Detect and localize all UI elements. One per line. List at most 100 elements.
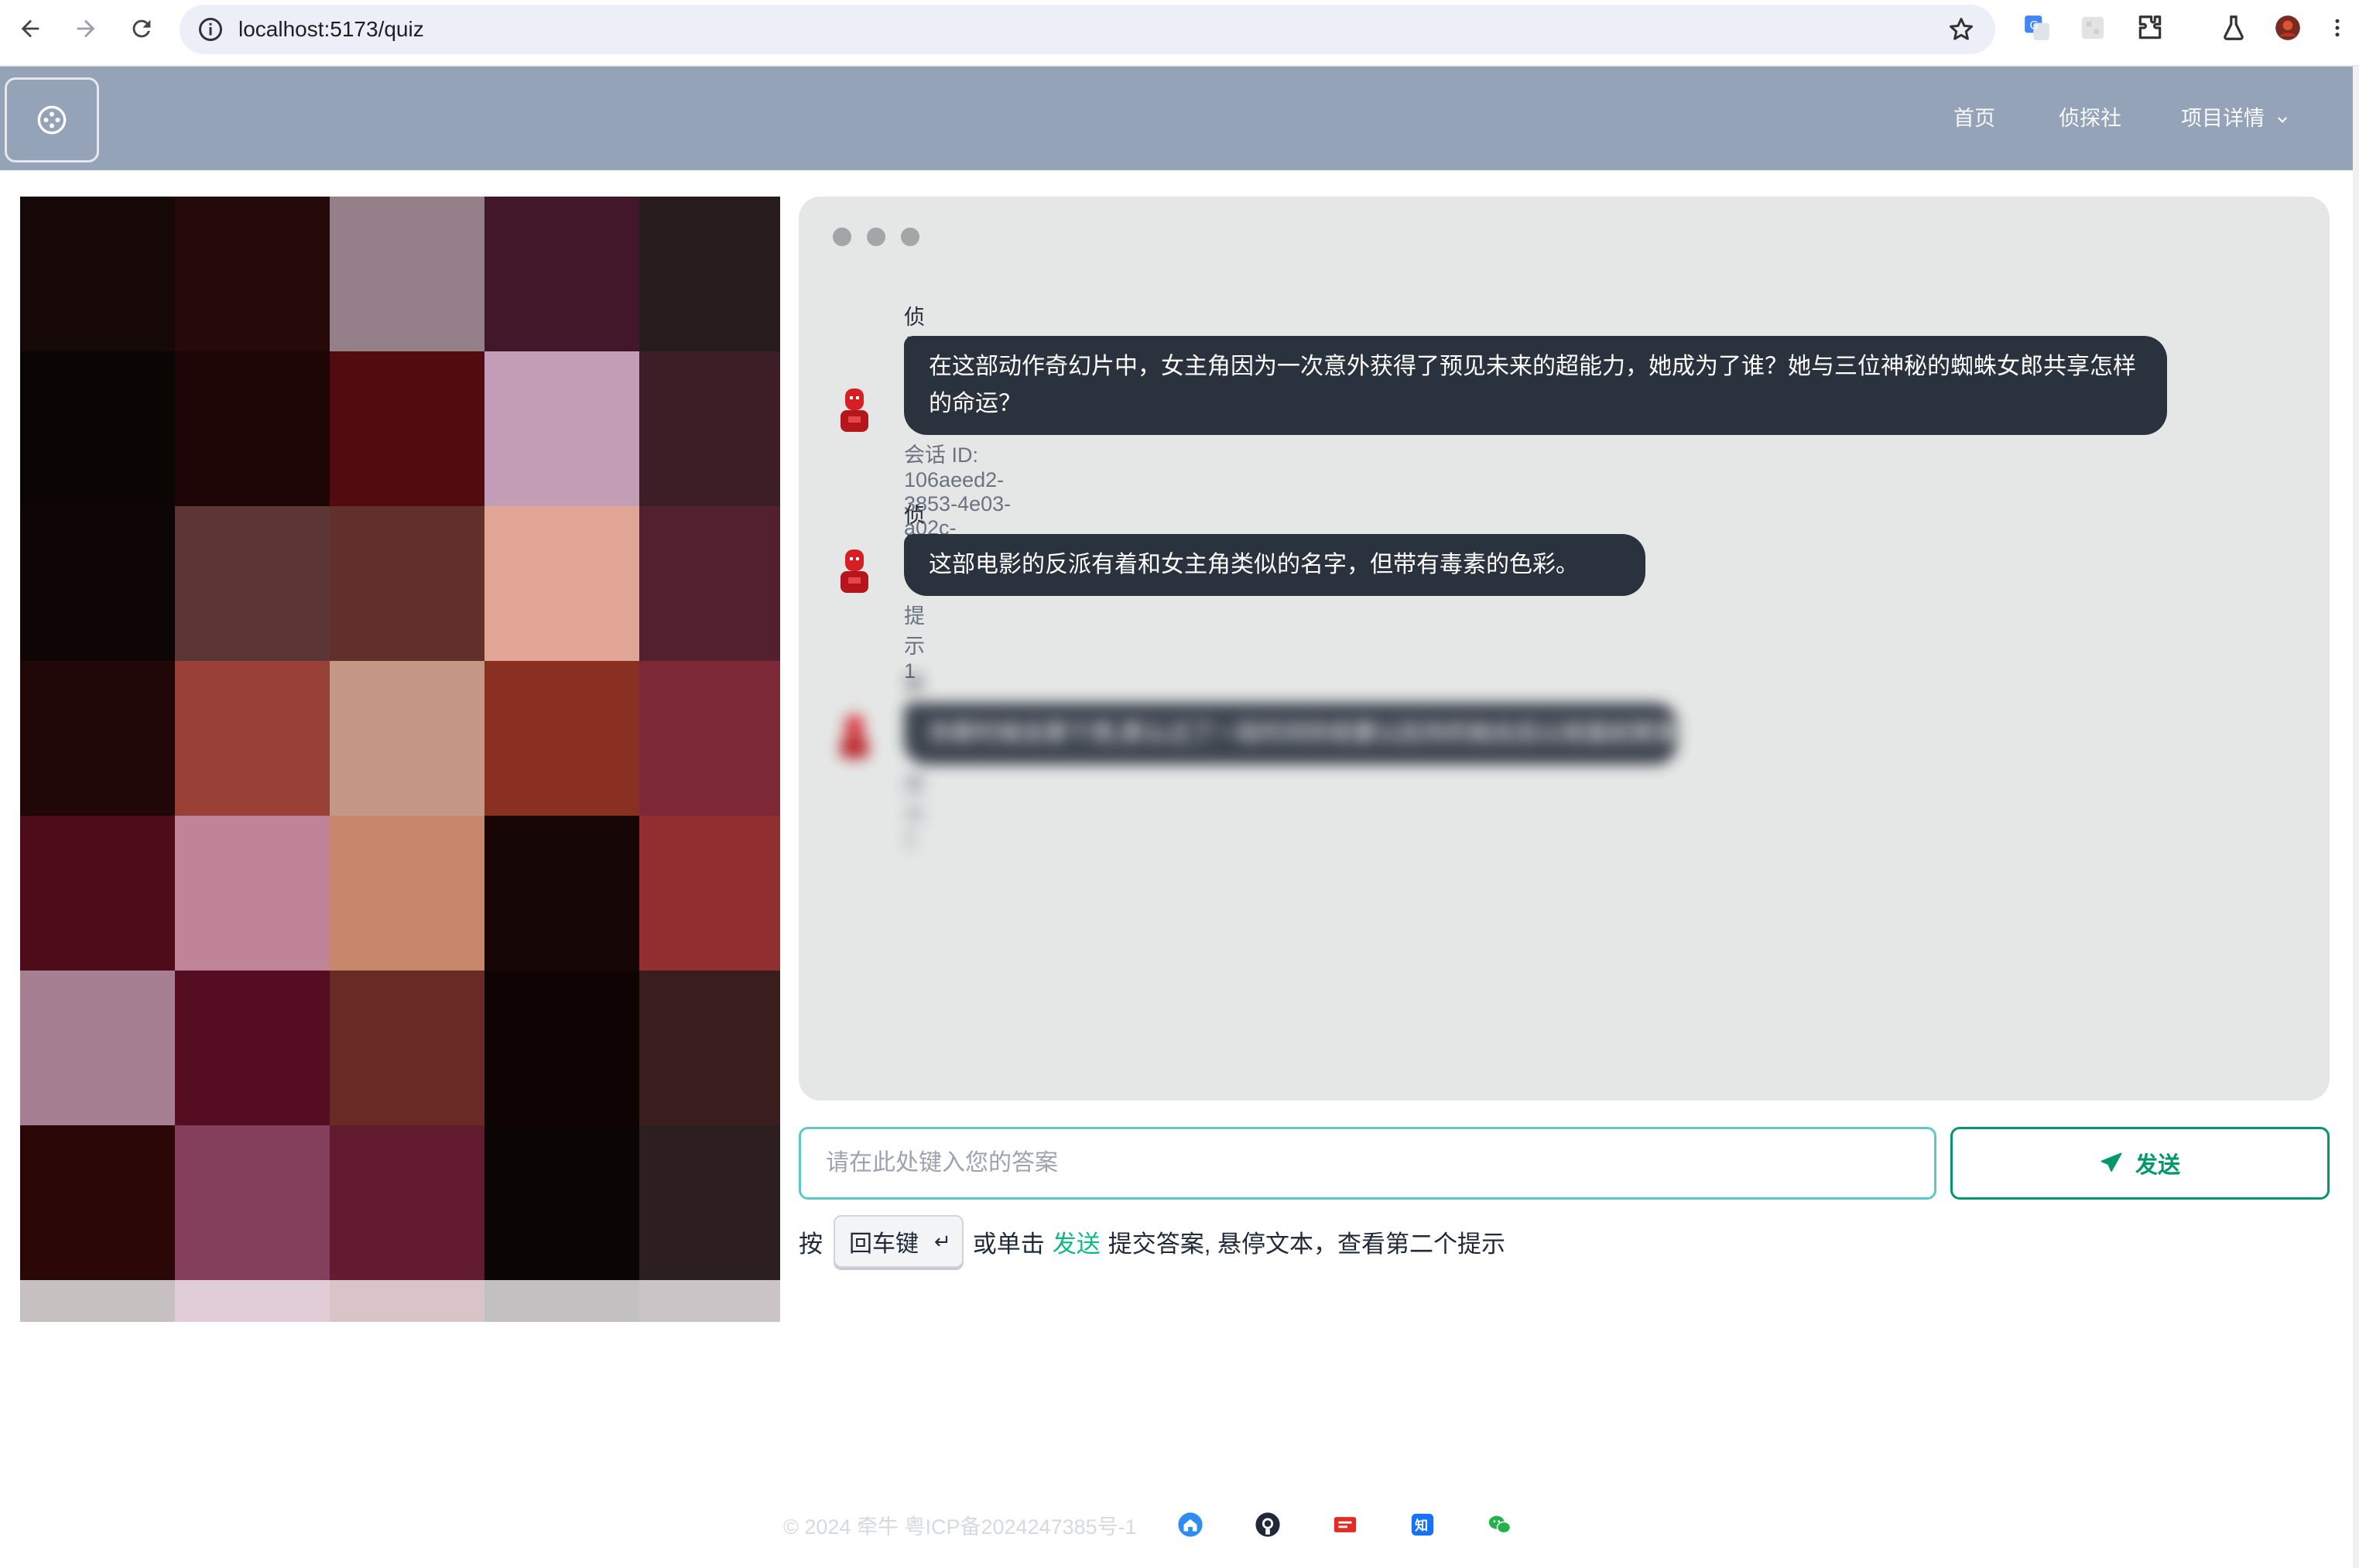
arrow-left-icon bbox=[21, 19, 39, 38]
browser-toolbar: localhost:5173/quiz G bbox=[0, 0, 2359, 67]
profile-avatar-icon[interactable] bbox=[2272, 12, 2303, 43]
instruction-prefix: 按 bbox=[799, 1230, 823, 1258]
grid-extension-icon[interactable] bbox=[2077, 12, 2108, 43]
mosaic-tile bbox=[330, 661, 484, 816]
svg-text:G: G bbox=[2030, 20, 2039, 33]
message-bubble[interactable]: 这部电影的反派有着和女主角类似的名字，但带有毒素的色彩。 bbox=[904, 534, 1645, 596]
submit-instructions: 按 回车键 ↵ 或单击 发送 提交答案, 悬停文本，查看第二个提示 bbox=[799, 1215, 1505, 1268]
film-reel-icon bbox=[37, 105, 67, 135]
mosaic-tile bbox=[484, 1280, 639, 1322]
mosaic-tile bbox=[484, 816, 639, 971]
flask-labs-icon[interactable] bbox=[2218, 12, 2249, 43]
logo-button[interactable] bbox=[5, 77, 99, 163]
mosaic-tile bbox=[639, 197, 780, 351]
mosaic-tile bbox=[330, 1125, 484, 1280]
arrow-right-icon bbox=[77, 19, 95, 38]
instruction-send-word: 发送 bbox=[1052, 1230, 1101, 1258]
detective-avatar-icon bbox=[841, 549, 868, 593]
reload-icon bbox=[132, 19, 151, 38]
answer-input-wrapper[interactable] bbox=[799, 1127, 1936, 1200]
send-button-label: 发送 bbox=[2135, 1153, 2180, 1178]
mosaic-tile bbox=[484, 661, 639, 816]
home-icon[interactable] bbox=[1177, 1512, 1203, 1538]
mosaic-tile bbox=[175, 816, 330, 971]
copyright-text[interactable]: © 2024 牵牛 粤ICP备2024247385号-1 bbox=[783, 1510, 1137, 1540]
wechat-icon[interactable] bbox=[1487, 1512, 1513, 1538]
page-footer: © 2024 牵牛 粤ICP备2024247385号-1 知 bbox=[783, 1509, 1564, 1540]
detective-avatar-icon bbox=[841, 389, 868, 432]
url-text[interactable]: localhost:5173/quiz bbox=[238, 5, 424, 54]
enter-key-badge: 回车键 ↵ bbox=[834, 1215, 964, 1268]
mosaic-tile bbox=[175, 661, 330, 816]
mosaic-tile bbox=[484, 506, 639, 661]
mosaic-tile bbox=[175, 351, 330, 506]
mosaic-tile bbox=[639, 1280, 780, 1322]
mosaic-tile bbox=[175, 1125, 330, 1280]
mosaic-tile bbox=[330, 197, 484, 351]
site-navbar: 首页 侦探社 项目详情 bbox=[0, 67, 2353, 170]
mosaic-tile bbox=[639, 351, 780, 506]
mosaic-tile bbox=[175, 971, 330, 1125]
mosaic-tile bbox=[20, 197, 175, 351]
zhihu-icon[interactable]: 知 bbox=[1409, 1512, 1436, 1538]
message-bubble[interactable]: 你那时候去那个西,那么过了一段时间你就要以后你的她去后以就面前那里的面. bbox=[904, 703, 1678, 765]
reload-button[interactable] bbox=[122, 9, 161, 48]
window-dot-3 bbox=[901, 228, 919, 246]
chat-panel: 侦探 在这部动作奇幻片中，女主角因为一次意外获得了预见未来的超能力，她成为了谁？… bbox=[799, 197, 2330, 1101]
info-icon[interactable] bbox=[197, 15, 224, 43]
answer-input[interactable] bbox=[801, 1129, 1934, 1197]
address-bar[interactable]: localhost:5173/quiz bbox=[180, 5, 1995, 54]
window-dot-2 bbox=[867, 228, 885, 246]
nav-link-home[interactable]: 首页 bbox=[1953, 67, 1995, 170]
mosaic-tile bbox=[484, 971, 639, 1125]
mosaic-tile bbox=[175, 506, 330, 661]
mosaic-tile bbox=[20, 971, 175, 1125]
nav-link-project-details[interactable]: 项目详情 bbox=[2181, 67, 2289, 170]
mosaic-tile bbox=[20, 661, 175, 816]
hint-label: 提示 2 bbox=[904, 773, 925, 851]
mosaic-tile bbox=[639, 816, 780, 971]
chevron-down-icon bbox=[2277, 117, 2288, 123]
message-bubble[interactable]: 在这部动作奇幻片中，女主角因为一次意外获得了预见未来的超能力，她成为了谁？她与三… bbox=[904, 336, 2167, 435]
mosaic-tile bbox=[20, 351, 175, 506]
mosaic-tile bbox=[639, 506, 780, 661]
nav-link-detective[interactable]: 侦探社 bbox=[2059, 67, 2121, 170]
mosaic-tile bbox=[484, 351, 639, 506]
return-icon: ↵ bbox=[934, 1229, 951, 1253]
mosaic-tile bbox=[175, 197, 330, 351]
svg-text:知: 知 bbox=[1414, 1518, 1428, 1534]
page-scrollbar[interactable] bbox=[2353, 67, 2359, 1568]
mosaic-tile bbox=[330, 816, 484, 971]
mosaic-tile bbox=[330, 971, 484, 1125]
mosaic-tile bbox=[484, 1125, 639, 1280]
translate-extension-icon[interactable]: G bbox=[2022, 12, 2053, 43]
star-icon[interactable] bbox=[1947, 15, 1975, 43]
mosaic-tile bbox=[20, 1125, 175, 1280]
mosaic-tile bbox=[639, 1125, 780, 1280]
mosaic-tile bbox=[20, 816, 175, 971]
mosaic-tile bbox=[639, 661, 780, 816]
mosaic-tile bbox=[330, 351, 484, 506]
github-icon[interactable] bbox=[1255, 1512, 1281, 1538]
forward-button[interactable] bbox=[67, 9, 105, 48]
enter-key-label: 回车键 bbox=[849, 1231, 919, 1257]
nav-link-project-details-label: 项目详情 bbox=[2181, 107, 2265, 130]
mosaic-tile bbox=[330, 506, 484, 661]
mosaic-tile bbox=[175, 1280, 330, 1322]
back-button[interactable] bbox=[11, 9, 50, 48]
pixelated-movie-image bbox=[20, 197, 780, 1322]
menu-kebab-icon[interactable] bbox=[2330, 12, 2345, 43]
mosaic-tile bbox=[20, 506, 175, 661]
paper-plane-icon bbox=[2101, 1152, 2122, 1172]
window-dot-1 bbox=[833, 228, 851, 246]
mosaic-tile bbox=[20, 1280, 175, 1322]
mosaic-tile bbox=[330, 1280, 484, 1322]
instruction-suffix: 提交答案, 悬停文本，查看第二个提示 bbox=[1108, 1230, 1506, 1258]
instruction-middle: 或单击 bbox=[972, 1230, 1045, 1258]
toutiao-icon[interactable] bbox=[1332, 1512, 1358, 1538]
puzzle-extensions-icon[interactable] bbox=[2135, 12, 2166, 43]
detective-avatar-icon bbox=[841, 715, 868, 758]
send-button[interactable]: 发送 bbox=[1950, 1127, 2330, 1200]
mosaic-tile bbox=[484, 197, 639, 351]
mosaic-tile bbox=[639, 971, 780, 1125]
